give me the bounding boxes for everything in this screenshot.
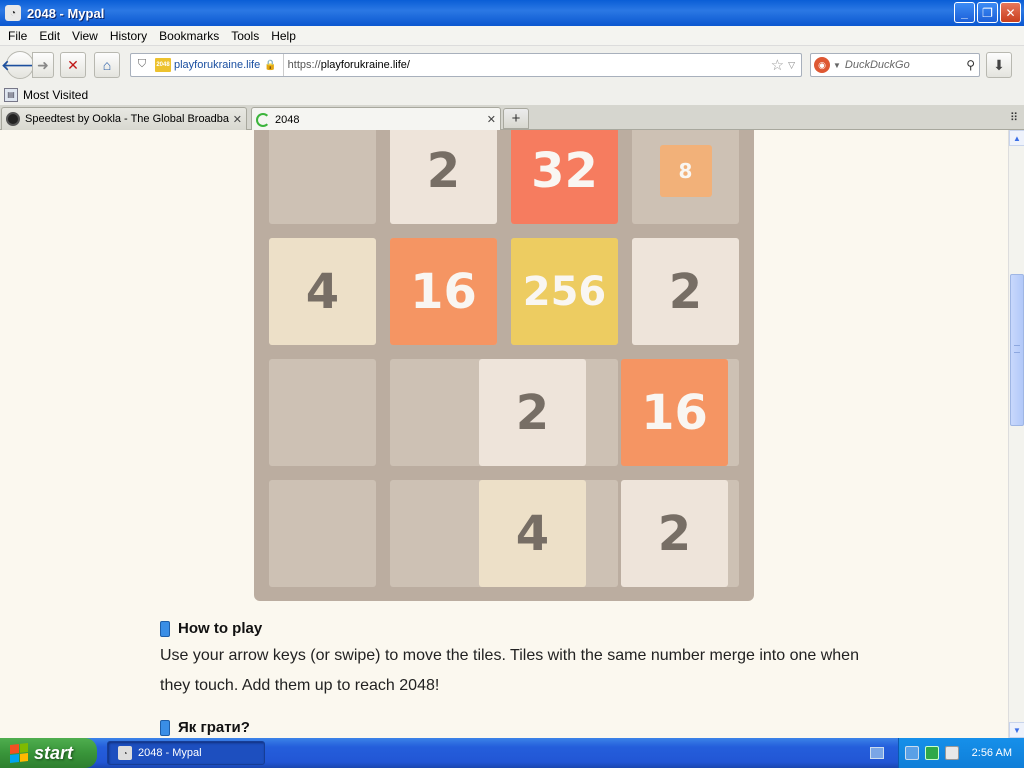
board-cell xyxy=(269,359,376,466)
tile-2: 2 xyxy=(632,238,739,345)
tile-16: 16 xyxy=(621,359,728,466)
scroll-down-arrow-icon[interactable]: ▼ xyxy=(1009,722,1024,738)
clock: 2:56 AM xyxy=(971,747,1012,759)
tile-32: 32 xyxy=(511,130,618,224)
mobile-phone-icon xyxy=(160,719,170,736)
menu-history[interactable]: History xyxy=(106,29,155,43)
most-visited-folder-icon: ▤ xyxy=(4,87,18,102)
menu-view[interactable]: View xyxy=(68,29,106,43)
tile-2: 2 xyxy=(479,359,586,466)
tab-speedtest[interactable]: Speedtest by Ookla - The Global Broadba.… xyxy=(1,107,247,130)
tile-4: 4 xyxy=(479,480,586,587)
menu-bar: File Edit View History Bookmarks Tools H… xyxy=(0,26,1024,46)
keyboard-language-icon[interactable] xyxy=(870,747,884,759)
mypal-app-icon: ◔ xyxy=(118,746,132,760)
title-bar: ◔ 2048 - Mypal _ ❐ ✕ xyxy=(0,0,1024,26)
tile-4: 4 xyxy=(269,238,376,345)
game-board[interactable]: 2 32 8 4 16 256 2 2 16 4 2 xyxy=(254,130,754,601)
volume-icon[interactable] xyxy=(945,746,959,760)
taskbar-item-label: 2048 - Mypal xyxy=(138,747,202,759)
close-tab-icon[interactable]: ✕ xyxy=(233,113,242,126)
tile-2: 2 xyxy=(390,130,497,224)
url-dropdown-icon[interactable]: ▽ xyxy=(788,60,795,71)
board-cell xyxy=(269,130,376,224)
how-to-play-heading: How to play xyxy=(160,620,262,637)
battery-icon[interactable] xyxy=(925,746,939,760)
forward-button[interactable]: ➜ xyxy=(32,52,54,78)
minimize-button[interactable]: _ xyxy=(954,2,975,23)
back-button[interactable]: 🡐 xyxy=(1,51,39,79)
search-icon[interactable]: ⚲ xyxy=(966,58,975,72)
scroll-up-arrow-icon[interactable]: ▲ xyxy=(1009,130,1024,146)
tile-16: 16 xyxy=(390,238,497,345)
site-name: playforukraine.life xyxy=(174,59,261,71)
start-label: start xyxy=(34,742,74,763)
duckduckgo-icon[interactable]: ◉ xyxy=(814,57,830,73)
how-to-play-heading-text: How to play xyxy=(178,620,263,637)
close-tab-icon[interactable]: ✕ xyxy=(487,113,496,126)
url-scheme: https:// xyxy=(287,59,321,71)
bookmark-star-icon[interactable]: ☆ xyxy=(771,56,784,74)
uk-how-to-play-heading: Як грати? xyxy=(160,719,250,736)
url-host: playforukraine.life/ xyxy=(320,59,410,71)
scroll-thumb[interactable] xyxy=(1010,274,1024,426)
vertical-scrollbar[interactable]: ▲ ▼ xyxy=(1008,130,1024,738)
shield-icon[interactable]: ⛉ xyxy=(135,58,149,72)
loading-spinner-icon xyxy=(256,112,270,127)
search-bar[interactable]: ◉ ▼ DuckDuckGo ⚲ xyxy=(810,53,980,77)
stop-button[interactable]: ✕ xyxy=(60,52,86,78)
most-visited-bookmark[interactable]: Most Visited xyxy=(23,88,88,102)
network-icon[interactable] xyxy=(905,746,919,760)
taskbar-item-mypal[interactable]: ◔ 2048 - Mypal xyxy=(107,741,265,765)
mobile-phone-icon xyxy=(160,620,170,637)
new-tab-button[interactable]: + xyxy=(503,108,529,129)
menu-help[interactable]: Help xyxy=(267,29,304,43)
tab-label: 2048 xyxy=(275,113,300,126)
site-identity[interactable]: ⛉ 2048 playforukraine.life 🔒 xyxy=(131,54,284,76)
url-text[interactable]: https://playforukraine.life/ xyxy=(284,59,771,71)
tile-256: 256 xyxy=(511,238,618,345)
windows-logo-icon xyxy=(10,743,28,763)
home-button[interactable]: ⌂ xyxy=(94,52,120,78)
mypal-app-icon: ◔ xyxy=(5,5,21,21)
tab-label: Speedtest by Ookla - The Global Broadba.… xyxy=(25,113,229,125)
page-content: 2 32 8 4 16 256 2 2 16 4 2 How to play Use your ar… xyxy=(0,130,1008,738)
start-button[interactable]: start xyxy=(0,738,97,768)
url-bar[interactable]: ⛉ 2048 playforukraine.life 🔒 https://pla… xyxy=(130,53,802,77)
restore-button[interactable]: ❐ xyxy=(977,2,998,23)
bookmarks-toolbar: ▤ Most Visited xyxy=(0,84,1024,105)
menu-tools[interactable]: Tools xyxy=(227,29,267,43)
taskbar: start ◔ 2048 - Mypal 2:56 AM xyxy=(0,738,1024,768)
menu-edit[interactable]: Edit xyxy=(35,29,68,43)
menu-file[interactable]: File xyxy=(4,29,35,43)
search-input[interactable]: DuckDuckGo xyxy=(845,59,966,71)
tab-2048[interactable]: 2048 ✕ xyxy=(251,107,501,131)
menu-bookmarks[interactable]: Bookmarks xyxy=(155,29,227,43)
tile-8: 8 xyxy=(659,144,712,197)
tile-2: 2 xyxy=(621,480,728,587)
site-favicon: 2048 xyxy=(155,58,171,72)
tab-strip: Speedtest by Ookla - The Global Broadba.… xyxy=(0,105,1024,131)
how-to-play-text: Use your arrow keys (or swipe) to move t… xyxy=(160,647,859,694)
speedtest-favicon-icon xyxy=(6,112,20,126)
tab-list-icon[interactable]: ⠿ xyxy=(1010,111,1018,124)
downloads-button[interactable]: ⬇ xyxy=(986,52,1012,78)
navigation-toolbar: 🡐 ➜ ✕ ⌂ ⛉ 2048 playforukraine.life 🔒 htt… xyxy=(0,46,1024,84)
close-button[interactable]: ✕ xyxy=(1000,2,1021,23)
system-tray: 2:56 AM xyxy=(898,738,1024,768)
uk-heading-text: Як грати? xyxy=(178,719,250,736)
board-cell xyxy=(269,480,376,587)
lock-icon: 🔒 xyxy=(264,59,277,71)
search-engine-dropdown-icon[interactable]: ▼ xyxy=(833,61,841,70)
window-title: 2048 - Mypal xyxy=(27,5,105,21)
